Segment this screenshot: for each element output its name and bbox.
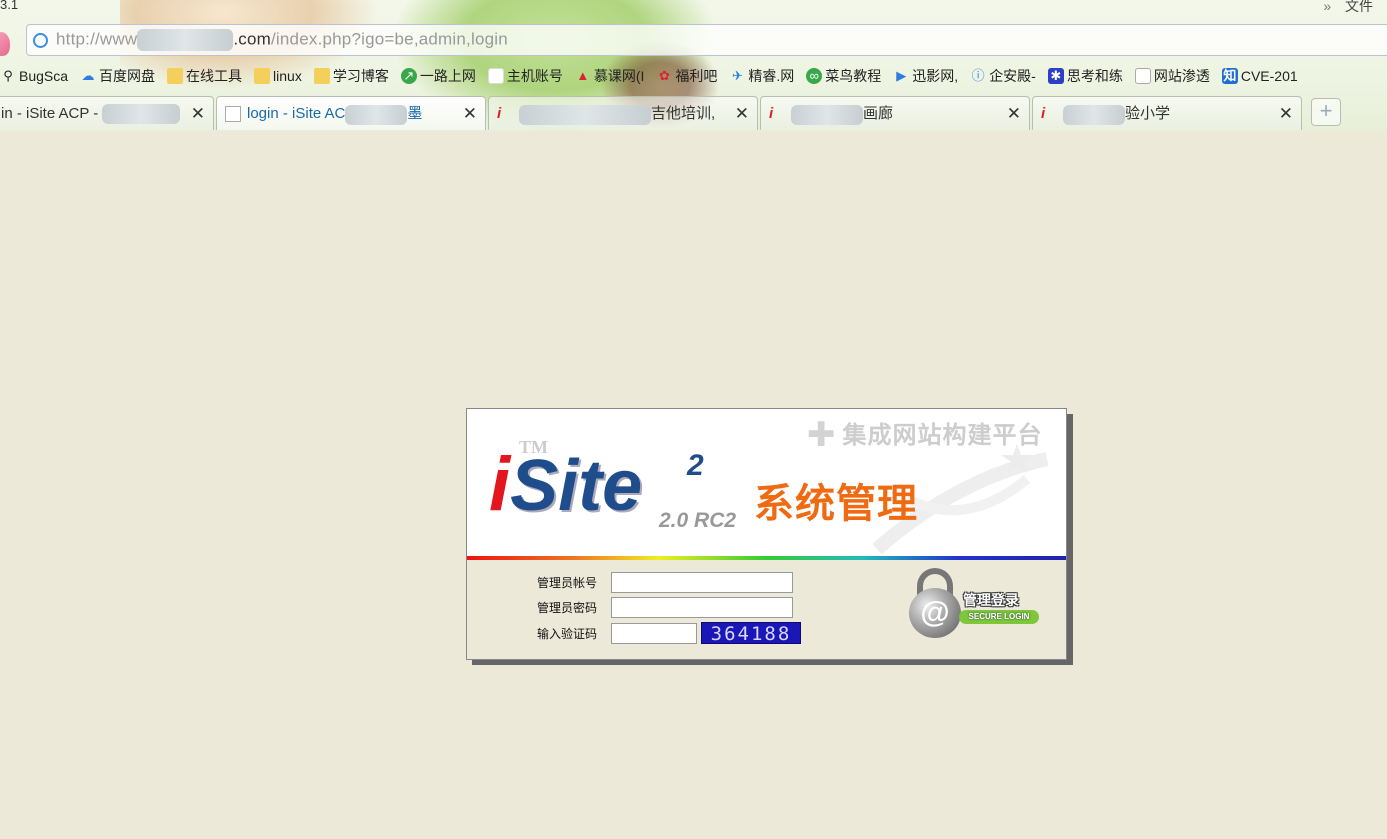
site-icon: ▶ bbox=[896, 68, 907, 83]
bookmark-item[interactable]: ☁ 百度网盘 bbox=[80, 66, 156, 86]
redacted-blur bbox=[1063, 104, 1125, 125]
version-label: 2.0 RC2 bbox=[659, 509, 737, 532]
bookmark-item[interactable]: 网站渗透 bbox=[1134, 66, 1210, 86]
plus-icon: ✚ bbox=[807, 416, 837, 454]
bookmark-item[interactable]: ✈ 精睿.网 bbox=[729, 66, 794, 86]
bookmark-item[interactable]: 主机账号 bbox=[487, 66, 563, 86]
window-title: 3.1 bbox=[0, 0, 19, 12]
close-tab-icon[interactable]: ✕ bbox=[735, 104, 749, 124]
bookmark-item[interactable]: ⓘ 企安殿- bbox=[970, 66, 1036, 86]
page-icon bbox=[225, 105, 241, 122]
password-row: 管理员密码 bbox=[467, 597, 793, 618]
tab-login[interactable]: login - iSite AC 墨 ✕ bbox=[216, 96, 486, 130]
isite-logo: TM iSite 2 bbox=[489, 437, 704, 527]
bookmark-folder[interactable]: linux bbox=[254, 68, 302, 84]
bookmark-folder[interactable]: 在线工具 bbox=[167, 66, 242, 86]
blank-page-icon bbox=[487, 68, 504, 84]
redacted-blur bbox=[791, 104, 863, 125]
redacted-blur bbox=[137, 29, 234, 51]
platform-tagline: ✚ 集成网站构建平台 bbox=[807, 416, 1043, 454]
paw-icon: ✱ bbox=[1047, 68, 1064, 84]
close-tab-icon[interactable]: ✕ bbox=[1007, 104, 1021, 124]
at-sign-icon: @ bbox=[909, 588, 961, 638]
tab-site-3[interactable]: i 吉他培训, ✕ bbox=[488, 96, 758, 130]
browser-chrome: 3.1 » 文件 http://www .com/index.php?igo=be… bbox=[0, 0, 1387, 131]
tab-strip: in - iSite ACP - ✕ login - iSite AC 墨 ✕ i… bbox=[0, 96, 1387, 130]
search-icon: ⚲ bbox=[3, 68, 13, 83]
secure-login-badge: SECURE LOGIN bbox=[959, 610, 1039, 624]
password-label: 管理员密码 bbox=[536, 601, 597, 615]
url-text[interactable]: http://www .com/index.php?igo=be,admin,lo… bbox=[56, 29, 508, 51]
redacted-blur bbox=[345, 104, 408, 125]
login-banner: ✚ 集成网站构建平台 TM iSite 2 2.0 RC2 系统管理 bbox=[467, 409, 1066, 556]
captcha-image[interactable]: 364188 bbox=[701, 622, 801, 645]
bookmark-item[interactable]: 知 CVE-201 bbox=[1221, 68, 1298, 84]
tab-site-4[interactable]: i 画廊 ✕ bbox=[760, 96, 1030, 130]
captcha-input[interactable] bbox=[611, 622, 697, 644]
bookmark-item[interactable]: ↗ 一路上网 bbox=[400, 66, 476, 86]
bookmark-item[interactable]: ▲ 慕课网(I bbox=[575, 66, 644, 86]
address-bar[interactable]: http://www .com/index.php?igo=be,admin,lo… bbox=[26, 24, 1387, 56]
site-icon: ∞ bbox=[806, 68, 823, 84]
login-form: 管理员帐号 管理员密码 输入验证码 364188 @ 管理登录 SECURE L… bbox=[467, 560, 1066, 659]
bookmarks-bar: ⚲ BugSca ☁ 百度网盘 在线工具 linux 学习博客 ↗ 一路上网 主机账号… bbox=[0, 64, 1387, 88]
new-tab-button[interactable]: + bbox=[1311, 98, 1341, 126]
bookmark-item[interactable]: ✿ 福利吧 bbox=[656, 66, 717, 86]
username-label: 管理员帐号 bbox=[536, 576, 597, 590]
site-icon: ⓘ bbox=[971, 68, 985, 83]
login-button-label: 管理登录 bbox=[963, 593, 1019, 609]
close-tab-icon[interactable]: ✕ bbox=[191, 104, 205, 124]
site-icon: ✈ bbox=[731, 68, 743, 83]
folder-icon bbox=[313, 68, 330, 84]
login-button[interactable]: @ 管理登录 SECURE LOGIN bbox=[909, 564, 1039, 650]
site-icon: ↗ bbox=[400, 68, 417, 84]
cloud-icon: ☁ bbox=[81, 68, 95, 83]
bookmark-folder[interactable]: 学习博客 bbox=[313, 66, 389, 86]
password-input[interactable] bbox=[611, 597, 793, 618]
folder-icon bbox=[254, 68, 271, 84]
captcha-label: 输入验证码 bbox=[536, 626, 597, 641]
globe-icon bbox=[33, 32, 48, 48]
isite-icon: i bbox=[1041, 104, 1046, 122]
menu-chevron-icon[interactable]: » bbox=[1323, 0, 1331, 14]
tab-site-5[interactable]: i 验小学 ✕ bbox=[1032, 96, 1302, 130]
zhihu-icon: 知 bbox=[1221, 68, 1238, 84]
isite-icon: i bbox=[769, 104, 774, 122]
site-icon: ✿ bbox=[658, 68, 670, 83]
bookmark-item[interactable]: ⚲ BugSca bbox=[0, 68, 68, 84]
bookmark-item[interactable]: ▶ 迅影网, bbox=[893, 66, 958, 86]
captcha-row: 输入验证码 364188 bbox=[467, 622, 801, 645]
close-tab-icon[interactable]: ✕ bbox=[463, 104, 477, 124]
bookmark-item[interactable]: ✱ 思考和练 bbox=[1047, 66, 1123, 86]
system-title: 系统管理 bbox=[754, 480, 918, 527]
tab-admin[interactable]: in - iSite ACP - ✕ bbox=[0, 96, 214, 130]
bookmark-item[interactable]: ∞ 菜鸟教程 bbox=[806, 66, 881, 86]
window-menu: » 文件 bbox=[1323, 0, 1373, 16]
isite-icon: i bbox=[497, 104, 502, 122]
username-row: 管理员帐号 bbox=[467, 572, 793, 593]
page-icon bbox=[1134, 68, 1151, 84]
file-menu[interactable]: 文件 bbox=[1345, 0, 1373, 14]
redacted-blur bbox=[102, 103, 181, 124]
login-panel: ✚ 集成网站构建平台 TM iSite 2 2.0 RC2 系统管理 管理员帐号 … bbox=[466, 408, 1067, 660]
browser-logo-icon bbox=[0, 32, 10, 56]
site-icon: ▲ bbox=[576, 68, 590, 83]
folder-icon bbox=[167, 68, 184, 84]
username-input[interactable] bbox=[611, 572, 793, 593]
redacted-blur bbox=[519, 104, 651, 125]
close-tab-icon[interactable]: ✕ bbox=[1279, 104, 1293, 124]
